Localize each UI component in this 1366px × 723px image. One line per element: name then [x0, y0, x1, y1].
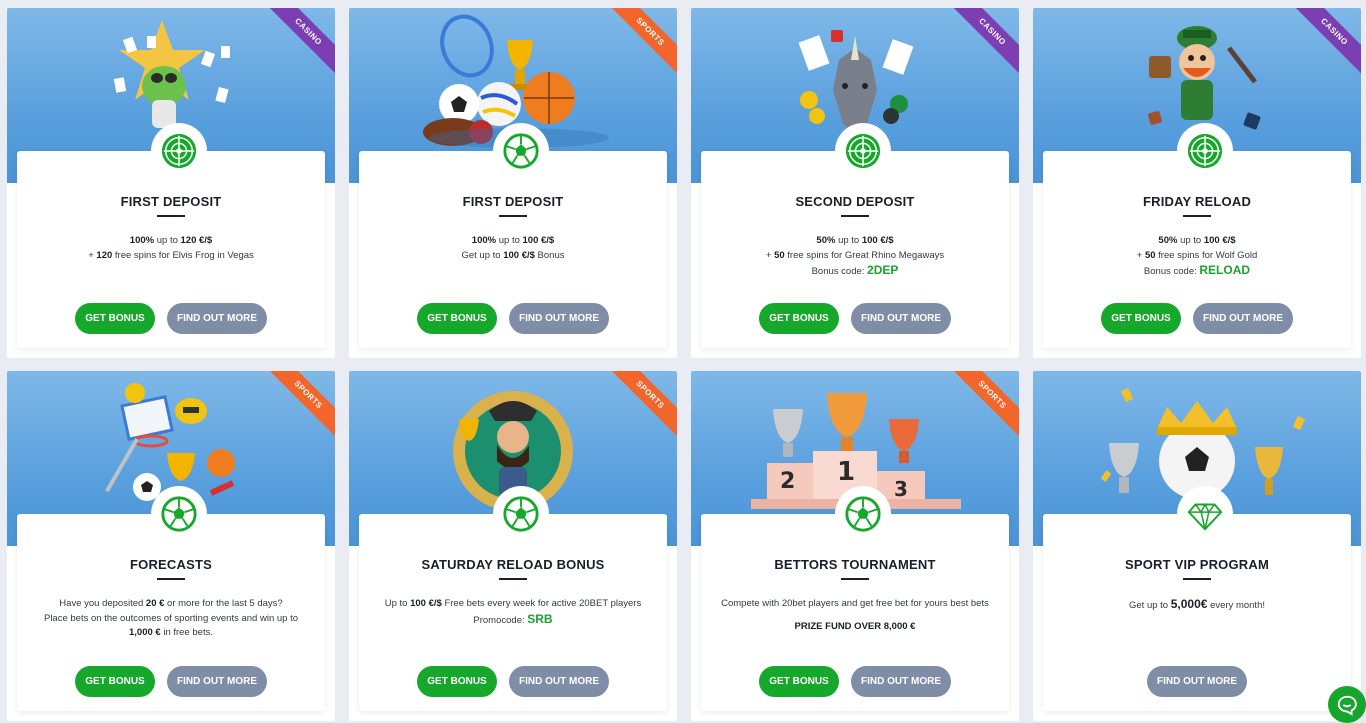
badge	[835, 486, 891, 542]
badge	[1177, 486, 1233, 542]
badge	[493, 123, 549, 179]
promo-title: SECOND DEPOSIT	[795, 194, 915, 209]
bonus-code: 2DEP	[867, 263, 899, 277]
promo-card-first-deposit-sports: SPORTS FIRST DEPOSIT 100% up to 100 €/$ …	[349, 8, 677, 358]
diamond-icon	[1187, 502, 1223, 531]
promo-description: Up to 100 €/$ Free bets every week for a…	[384, 598, 642, 626]
promo-title: FIRST DEPOSIT	[120, 194, 222, 209]
find-out-more-button[interactable]: FIND OUT MORE	[509, 666, 609, 697]
roulette-icon	[1187, 133, 1223, 169]
find-out-more-button[interactable]: FIND OUT MORE	[1193, 303, 1293, 334]
promo-card-second-deposit: CASINO SECOND DEPOSIT 50% up to 100 €/$ …	[691, 8, 1019, 358]
promo-card-bettors-tournament: 2 1 3 SPORTS BETTORS TOURNAMENT Compete …	[691, 371, 1019, 721]
get-bonus-button[interactable]: GET BONUS	[417, 666, 497, 697]
find-out-more-button[interactable]: FIND OUT MORE	[1147, 666, 1247, 697]
promo-panel: FORECASTS Have you deposited 20 € or mor…	[17, 486, 325, 711]
promo-description: Get up to 5,000€ every month!	[1129, 597, 1265, 611]
get-bonus-button[interactable]: GET BONUS	[1101, 303, 1181, 334]
title-divider	[499, 578, 527, 580]
promo-title: FORECASTS	[130, 557, 212, 572]
promo-card-saturday-reload: SPORTS SATURDAY RELOAD BONUS Up to 100 €…	[349, 371, 677, 721]
get-bonus-button[interactable]: GET BONUS	[75, 666, 155, 697]
find-out-more-button[interactable]: FIND OUT MORE	[851, 303, 951, 334]
promo-card-forecasts: SPORTS FORECASTS Have you deposited 20 €…	[7, 371, 335, 721]
badge	[835, 123, 891, 179]
promo-panel: SPORT VIP PROGRAM Get up to 5,000€ every…	[1043, 486, 1351, 711]
promo-title: FIRST DEPOSIT	[462, 194, 564, 209]
promo-code: SRB	[527, 611, 553, 626]
title-divider	[1183, 578, 1211, 580]
badge	[151, 486, 207, 542]
promo-description: Have you deposited 20 € or more for the …	[43, 598, 299, 638]
roulette-icon	[161, 133, 197, 169]
promo-card-sport-vip-program: SPORT VIP PROGRAM Get up to 5,000€ every…	[1033, 371, 1361, 721]
get-bonus-button[interactable]: GET BONUS	[759, 303, 839, 334]
title-divider	[157, 215, 185, 217]
podium-number-2: 2	[780, 469, 796, 494]
bonus-code: RELOAD	[1199, 263, 1251, 277]
promo-panel: BETTORS TOURNAMENT Compete with 20bet pl…	[701, 486, 1009, 711]
promo-description: 100% up to 100 €/$ Get up to 100 €/$ Bon…	[461, 235, 565, 261]
find-out-more-button[interactable]: FIND OUT MORE	[167, 303, 267, 334]
get-bonus-button[interactable]: GET BONUS	[759, 666, 839, 697]
promo-description: 100% up to 120 €/$ + 120 free spins for …	[88, 235, 254, 261]
get-bonus-button[interactable]: GET BONUS	[417, 303, 497, 334]
promo-title: SPORT VIP PROGRAM	[1124, 557, 1269, 572]
podium-number-1: 1	[837, 457, 856, 487]
find-out-more-button[interactable]: FIND OUT MORE	[509, 303, 609, 334]
roulette-icon	[845, 133, 881, 169]
find-out-more-button[interactable]: FIND OUT MORE	[167, 666, 267, 697]
promo-title: FRIDAY RELOAD	[1142, 194, 1252, 209]
badge	[151, 123, 207, 179]
soccer-ball-icon	[845, 496, 881, 532]
promo-panel: SECOND DEPOSIT 50% up to 100 €/$ + 50 fr…	[701, 123, 1009, 348]
soccer-ball-icon	[503, 133, 539, 169]
title-divider	[1183, 215, 1211, 217]
find-out-more-button[interactable]: FIND OUT MORE	[851, 666, 951, 697]
soccer-ball-icon	[161, 496, 197, 532]
promo-title: BETTORS TOURNAMENT	[774, 557, 936, 572]
badge	[1177, 123, 1233, 179]
promo-card-first-deposit-casino: CASINO FIRST DEPOSIT 100% up to 120 €/$ …	[7, 8, 335, 358]
podium-number-3: 3	[894, 477, 908, 501]
promo-panel: FIRST DEPOSIT 100% up to 100 €/$ Get up …	[359, 123, 667, 348]
promo-title: SATURDAY RELOAD BONUS	[421, 557, 605, 572]
title-divider	[841, 578, 869, 580]
promo-panel: FRIDAY RELOAD 50% up to 100 €/$ + 50 fre…	[1043, 123, 1351, 348]
title-divider	[841, 215, 869, 217]
promotions-grid: CASINO FIRST DEPOSIT 100% up to 120 €/$ …	[7, 8, 1361, 721]
promo-panel: FIRST DEPOSIT 100% up to 120 €/$ + 120 f…	[17, 123, 325, 348]
title-divider	[499, 215, 527, 217]
chat-icon	[1337, 695, 1357, 716]
promo-description: Compete with 20bet players and get free …	[711, 597, 999, 634]
promo-card-friday-reload: CASINO FRIDAY RELOAD 50% up to 100 €/$ +…	[1033, 8, 1361, 358]
promo-description: 50% up to 100 €/$ + 50 free spins for Gr…	[765, 235, 945, 277]
get-bonus-button[interactable]: GET BONUS	[75, 303, 155, 334]
badge	[493, 486, 549, 542]
title-divider	[157, 578, 185, 580]
prize-fund: PRIZE FUND OVER 8,000 €	[794, 620, 916, 632]
live-chat-button[interactable]	[1328, 686, 1366, 723]
promo-panel: SATURDAY RELOAD BONUS Up to 100 €/$ Free…	[359, 486, 667, 711]
promo-description: 50% up to 100 €/$ + 50 free spins for Wo…	[1136, 235, 1258, 277]
soccer-ball-icon	[503, 496, 539, 532]
